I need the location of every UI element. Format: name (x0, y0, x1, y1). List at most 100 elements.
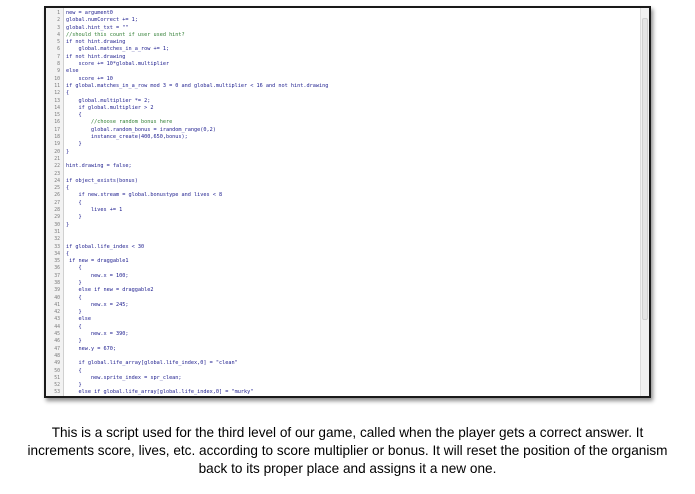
code-text: else if global.life_array[global.life_in… (66, 389, 254, 396)
code-line: 43 else (46, 316, 641, 323)
code-line: 3 global.hint_txt = "" (46, 25, 641, 32)
line-number: 41 (54, 302, 60, 308)
code-line: 49 if global.life_array[global.life_inde… (46, 360, 641, 367)
line-number: 1 (57, 11, 60, 16)
line-number: 47 (54, 346, 60, 352)
code-text: } (66, 148, 70, 155)
code-line: 47 new.y = 670; (46, 346, 641, 353)
code-line: 21 (46, 156, 641, 163)
code-text: } (66, 309, 82, 316)
code-comment: //choose random bonus here (66, 119, 173, 126)
code-line: 20} (46, 149, 641, 156)
code-text: { (66, 250, 70, 257)
line-number: 45 (54, 332, 60, 338)
line-number: 39 (54, 288, 60, 294)
code-line: 25 { (46, 185, 641, 192)
line-number: 50 (54, 368, 60, 374)
code-line: 15 { (46, 112, 641, 119)
code-text: if not hint.drawing (66, 53, 126, 60)
code-text: { (66, 367, 82, 374)
code-line: 14 if global.multiplier > 2 (46, 105, 641, 112)
line-number: 13 (54, 98, 60, 104)
code-text: if object_exists(bonus) (66, 177, 138, 184)
code-text: new.x = 100; (66, 272, 129, 279)
line-number: 14 (54, 105, 60, 111)
code-line: 6 global.matches_in_a_row += 1; (46, 46, 641, 53)
line-number: 36 (54, 266, 60, 272)
line-number: 33 (54, 244, 60, 250)
line-number: 27 (54, 200, 60, 206)
code-text: if global.life_index < 30 (66, 243, 145, 250)
code-line: 35 if new = draggable1 (46, 258, 641, 265)
code-text: } (66, 382, 82, 389)
line-number: 21 (54, 156, 60, 162)
code-line: 17 global.random_bonus = irandom_range(0… (46, 127, 641, 134)
line-number: 5 (57, 40, 60, 46)
code-text: { (66, 294, 82, 301)
code-text: score += 10*global.multiplier (66, 61, 170, 68)
line-number: 15 (54, 113, 60, 119)
code-line: 54 { (46, 397, 641, 398)
code-text: new = argument0 (66, 10, 113, 16)
line-number: 46 (54, 339, 60, 345)
code-text: else (66, 68, 79, 75)
code-line: 32 (46, 236, 641, 243)
code-text: if global.multiplier > 2 (66, 104, 154, 111)
code-text: global.random_bonus = irandom_range(0,2) (66, 126, 216, 133)
code-line: 1 new = argument0 (46, 10, 641, 17)
code-line: 27 { (46, 200, 641, 207)
code-line: 31 (46, 229, 641, 236)
code-line: 39 else if new = draggable2 (46, 287, 641, 294)
code-area[interactable]: 1 new = argument0 2 global.numCorrect += 1;… (46, 10, 641, 396)
line-number: 9 (57, 69, 60, 75)
line-number: 40 (54, 295, 60, 301)
line-number: 19 (54, 142, 60, 148)
line-number: 44 (54, 324, 60, 330)
code-text: if not hint.drawing (66, 39, 126, 46)
code-text: else if new = draggable2 (66, 287, 154, 294)
code-line: 44 { (46, 324, 641, 331)
code-line: 7 if not hint.drawing (46, 54, 641, 61)
line-number: 32 (54, 237, 60, 243)
vertical-scrollbar[interactable] (640, 8, 649, 396)
line-number: 35 (54, 259, 60, 265)
code-text: hint.drawing = false; (66, 163, 132, 170)
line-number: 48 (54, 353, 60, 359)
code-line: 30} (46, 222, 641, 229)
line-number: 17 (54, 127, 60, 133)
line-number: 2 (57, 18, 60, 24)
code-text: { (66, 199, 82, 206)
code-text: } (66, 221, 70, 228)
code-text: } (66, 279, 82, 286)
code-text: if new = draggable1 (66, 258, 129, 265)
line-number: 6 (57, 47, 60, 53)
code-text: } (66, 214, 82, 221)
line-number: 30 (54, 222, 60, 228)
code-text: new.x = 390; (66, 331, 129, 338)
code-line: 41 new.x = 245; (46, 302, 641, 309)
line-number: 4 (57, 32, 60, 38)
code-text: if global.matches_in_a_row mod 3 = 0 and… (66, 82, 329, 89)
line-number: 43 (54, 317, 60, 323)
line-number: 18 (54, 135, 60, 141)
code-line: 40 { (46, 295, 641, 302)
code-line: 18 instance_create(400,650,bonus); (46, 134, 641, 141)
code-text: global.hint_txt = "" (66, 24, 129, 31)
scrollbar-thumb[interactable] (642, 18, 648, 320)
line-number: 23 (54, 171, 60, 177)
code-text: global.multiplier *= 2; (66, 97, 151, 104)
code-line: 53 else if global.life_array[global.life… (46, 389, 641, 396)
code-line: 28 lives += 1 (46, 207, 641, 214)
code-line: 24 if object_exists(bonus) (46, 178, 641, 185)
code-text: { (66, 265, 82, 272)
code-line: 46 } (46, 338, 641, 345)
code-text: instance_create(400,650,bonus); (66, 134, 188, 141)
code-line: 9 else (46, 68, 641, 75)
code-line: 5 if not hint.drawing (46, 39, 641, 46)
code-text: score += 10 (66, 75, 113, 82)
line-number: 29 (54, 215, 60, 221)
line-number: 37 (54, 273, 60, 279)
code-editor-screenshot: 1 new = argument0 2 global.numCorrect += 1;… (44, 6, 651, 398)
code-line: 16 //choose random bonus here (46, 119, 641, 126)
code-comment: //should this count if user used hint? (66, 31, 185, 38)
